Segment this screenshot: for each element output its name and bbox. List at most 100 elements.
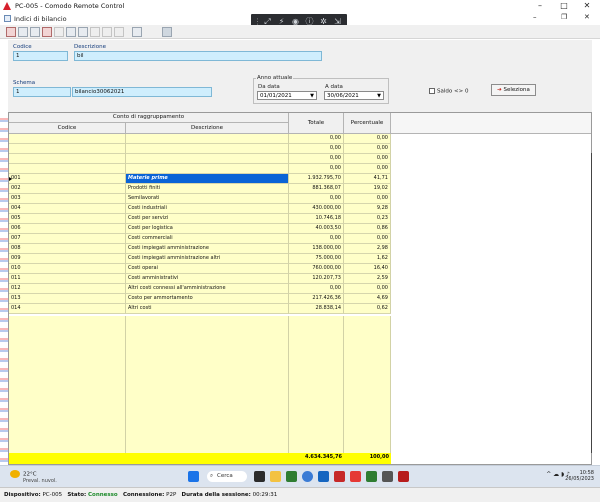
remote-minimize-button[interactable]: – <box>533 1 547 11</box>
table-cell-perc[interactable]: 0,23 <box>344 214 391 224</box>
table-cell-perc[interactable]: 0,00 <box>344 234 391 244</box>
checkbox-box[interactable] <box>429 88 435 94</box>
table-cell-codice[interactable]: 002 <box>9 184 126 194</box>
table-cell-totale[interactable]: 1.932.795,70 <box>289 174 344 184</box>
table-cell-descrizione[interactable]: Costi commerciali <box>126 234 289 244</box>
filezilla-icon[interactable] <box>334 471 345 482</box>
table-cell-descrizione[interactable]: Costo per ammortamento <box>126 294 289 304</box>
table-cell-totale[interactable]: 881.368,07 <box>289 184 344 194</box>
seleziona-button[interactable]: ➔ Seleziona <box>491 84 536 96</box>
table-cell-totale[interactable]: 0,00 <box>289 284 344 294</box>
table-cell-perc[interactable]: 0,00 <box>344 134 391 144</box>
a-data-picker[interactable]: 30/06/2021 ▼ <box>324 91 384 100</box>
vertical-scrollbar[interactable] <box>591 153 592 453</box>
app-minimize-button[interactable]: – <box>533 13 537 21</box>
table-cell-descrizione[interactable]: Costi per servizi <box>126 214 289 224</box>
app-icon[interactable] <box>398 471 409 482</box>
wifi-icon[interactable]: ◗ <box>561 471 564 478</box>
table-cell-descrizione[interactable] <box>126 164 289 174</box>
table-cell-totale[interactable]: 0,00 <box>289 134 344 144</box>
table-cell-codice[interactable]: 010 <box>9 264 126 274</box>
table-cell-perc[interactable]: 2,98 <box>344 244 391 254</box>
table-cell-codice[interactable]: 013 <box>9 294 126 304</box>
table-cell-codice[interactable] <box>9 154 126 164</box>
da-data-picker[interactable]: 01/01/2021 ▼ <box>257 91 317 100</box>
col-totale-header[interactable]: Totale <box>289 113 344 134</box>
outlook-icon[interactable] <box>318 471 329 482</box>
new-record-icon[interactable] <box>18 27 28 37</box>
saldo-checkbox[interactable]: Saldo <> 0 <box>429 88 468 95</box>
table-cell-codice[interactable]: 008 <box>9 244 126 254</box>
col-codice-header[interactable]: Codice <box>9 123 126 134</box>
comodo-taskbar-icon[interactable] <box>350 471 361 482</box>
app-close-button[interactable]: ✕ <box>584 13 590 21</box>
table-cell-totale[interactable]: 760.000,00 <box>289 264 344 274</box>
table-cell-codice[interactable]: 005 <box>9 214 126 224</box>
table-cell-codice[interactable]: 001 <box>9 174 126 184</box>
chevron-down-icon[interactable]: ▼ <box>376 93 382 99</box>
last-record-icon[interactable] <box>114 27 124 37</box>
table-cell-descrizione[interactable]: Materie prime <box>126 174 289 184</box>
table-cell-totale[interactable]: 75.000,00 <box>289 254 344 264</box>
table-cell-perc[interactable]: 16,40 <box>344 264 391 274</box>
table-cell-totale[interactable]: 0,00 <box>289 154 344 164</box>
table-cell-descrizione[interactable]: Costi per logistica <box>126 224 289 234</box>
table-cell-totale[interactable]: 430.000,00 <box>289 204 344 214</box>
col-percentuale-header[interactable]: Percentuale <box>344 113 391 134</box>
schema-code-field[interactable]: 1 <box>13 87 71 97</box>
table-cell-totale[interactable]: 0,00 <box>289 164 344 174</box>
table-cell-perc[interactable]: 0,00 <box>344 164 391 174</box>
col-descrizione-header[interactable]: Descrizione <box>126 123 289 134</box>
table-cell-codice[interactable]: 012 <box>9 284 126 294</box>
task-view-icon[interactable] <box>254 471 265 482</box>
windows-start-icon[interactable] <box>188 471 199 482</box>
excel-icon[interactable] <box>366 471 377 482</box>
taskbar-clock[interactable]: 10:58 26/05/2023 <box>565 470 594 482</box>
table-cell-descrizione[interactable]: Costi impiegati amministrazione <box>126 244 289 254</box>
table-cell-totale[interactable]: 0,00 <box>289 194 344 204</box>
teams-icon[interactable] <box>286 471 297 482</box>
table-cell-codice[interactable]: 014 <box>9 304 126 314</box>
table-cell-descrizione[interactable] <box>126 134 289 144</box>
table-cell-perc[interactable]: 0,00 <box>344 284 391 294</box>
table-cell-totale[interactable]: 10.746,18 <box>289 214 344 224</box>
app-restore-button[interactable]: ❐ <box>561 13 567 21</box>
table-cell-perc[interactable]: 0,86 <box>344 224 391 234</box>
table-cell-descrizione[interactable]: Semilavorati <box>126 194 289 204</box>
first-record-icon[interactable] <box>54 27 64 37</box>
delete-icon[interactable] <box>6 27 16 37</box>
table-cell-perc[interactable]: 4,69 <box>344 294 391 304</box>
search-icon[interactable] <box>66 27 76 37</box>
settings-icon[interactable] <box>382 471 393 482</box>
table-cell-totale[interactable]: 28.838,14 <box>289 304 344 314</box>
taskbar-search[interactable]: ⌕ Cerca <box>207 471 247 482</box>
table-cell-perc[interactable]: 0,00 <box>344 154 391 164</box>
descrizione-field[interactable]: bil <box>74 51 322 61</box>
chevron-up-icon[interactable]: ^ <box>546 471 551 478</box>
remote-maximize-button[interactable]: □ <box>557 1 571 11</box>
cloud-icon[interactable]: ☁ <box>553 471 559 478</box>
previous-record-icon[interactable] <box>90 27 100 37</box>
table-cell-perc[interactable]: 0,00 <box>344 194 391 204</box>
table-cell-perc[interactable]: 19,02 <box>344 184 391 194</box>
next-record-icon[interactable] <box>102 27 112 37</box>
file-explorer-icon[interactable] <box>270 471 281 482</box>
table-cell-codice[interactable]: 004 <box>9 204 126 214</box>
table-cell-descrizione[interactable] <box>126 154 289 164</box>
table-cell-totale[interactable]: 0,00 <box>289 234 344 244</box>
table-cell-codice[interactable]: 003 <box>9 194 126 204</box>
table-cell-perc[interactable]: 9,28 <box>344 204 391 214</box>
print-icon[interactable] <box>30 27 40 37</box>
table-cell-perc[interactable]: 1,62 <box>344 254 391 264</box>
remote-close-button[interactable]: ✕ <box>580 1 594 11</box>
table-cell-descrizione[interactable]: Costi operai <box>126 264 289 274</box>
export-icon[interactable] <box>162 27 172 37</box>
table-cell-codice[interactable]: 009 <box>9 254 126 264</box>
table-cell-descrizione[interactable]: Altri costi connessi all'amministrazione <box>126 284 289 294</box>
zoom-icon[interactable] <box>78 27 88 37</box>
codice-field[interactable]: 1 <box>13 51 68 61</box>
schema-description-field[interactable]: bilancio30062021 <box>72 87 212 97</box>
edge-icon[interactable] <box>302 471 313 482</box>
table-cell-totale[interactable]: 0,00 <box>289 144 344 154</box>
table-cell-codice[interactable]: 011 <box>9 274 126 284</box>
